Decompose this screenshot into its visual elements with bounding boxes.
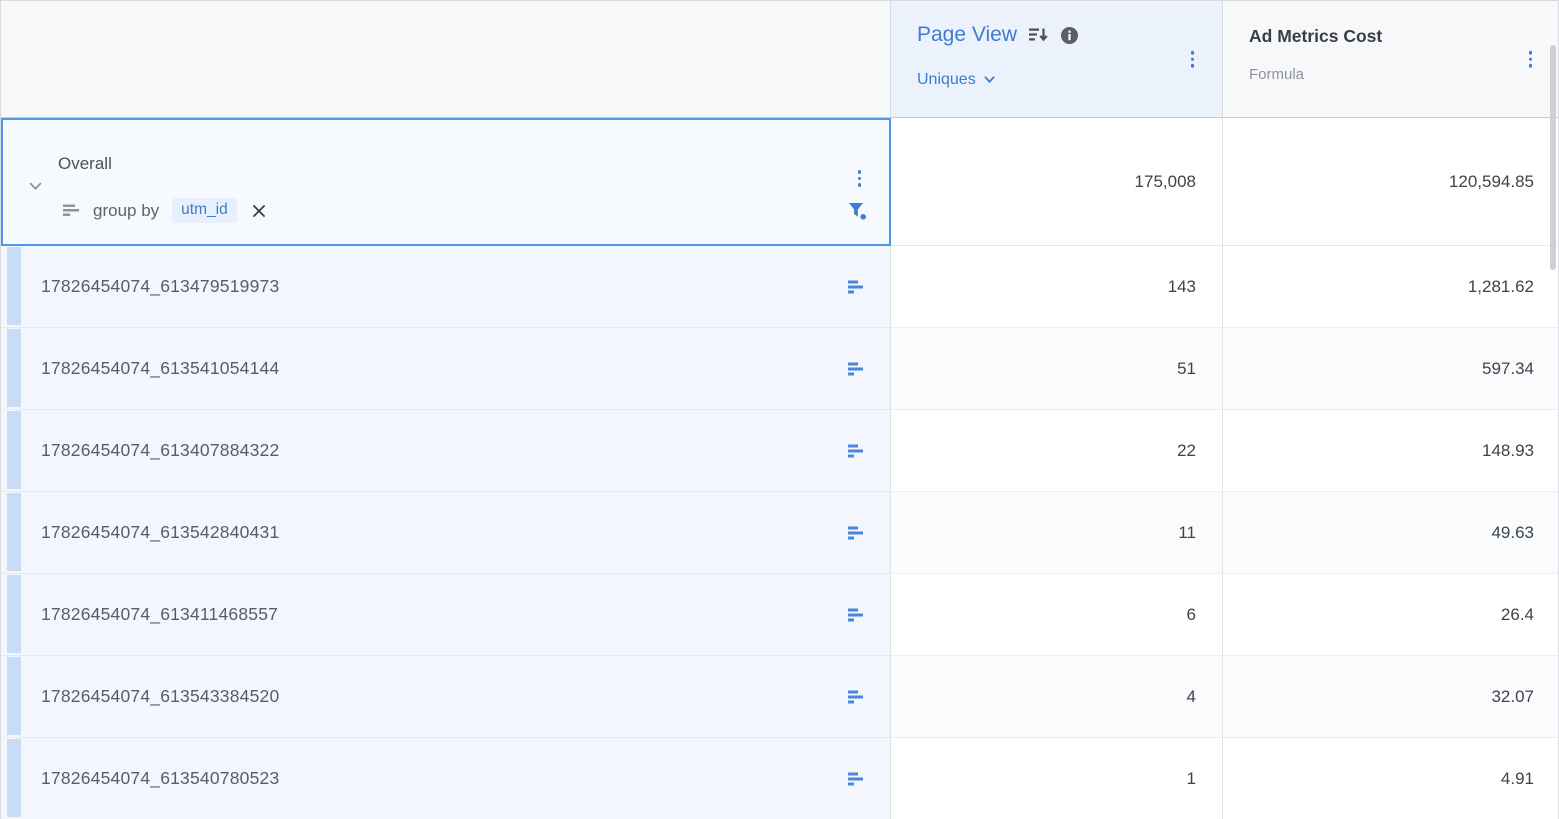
table-row-label[interactable]: 17826454074_613543384520	[1, 656, 891, 738]
segment-indicator-bar	[7, 739, 21, 817]
page-view-value: 51	[891, 328, 1223, 410]
ad-metrics-cost-value: 49.63	[1223, 492, 1559, 574]
overall-page-view-value: 175,008	[891, 118, 1223, 246]
page-view-value: 143	[891, 246, 1223, 328]
segment-bars-icon[interactable]	[848, 444, 864, 458]
ad-metrics-cost-value: 32.07	[1223, 656, 1559, 738]
collapse-chevron-icon[interactable]	[29, 178, 42, 196]
overall-row-menu-icon[interactable]	[854, 166, 866, 191]
segment-id: 17826454074_613479519973	[41, 276, 279, 297]
group-by-property-chip[interactable]: utm_id	[172, 198, 237, 223]
page-view-value: 6	[891, 574, 1223, 656]
segment-indicator-bar	[7, 657, 21, 735]
sort-descending-icon[interactable]	[1029, 27, 1049, 43]
chevron-down-icon	[984, 76, 995, 84]
group-by-clause: group by utm_id	[63, 198, 268, 223]
table-row-label[interactable]: 17826454074_613479519973	[1, 246, 891, 328]
segment-id: 17826454074_613411468557	[41, 604, 278, 625]
segment-bars-icon[interactable]	[848, 526, 864, 540]
group-by-label: group by	[93, 201, 159, 221]
segment-indicator-bar	[7, 329, 21, 407]
segment-id: 17826454074_613540780523	[41, 768, 279, 789]
column-header-page-view[interactable]: Page View Uniques	[891, 1, 1223, 118]
page-view-value: 11	[891, 492, 1223, 574]
vertical-scrollbar[interactable]	[1550, 45, 1556, 270]
ad-metrics-cost-value: 597.34	[1223, 328, 1559, 410]
segment-id: 17826454074_613541054144	[41, 358, 279, 379]
remove-group-by-icon[interactable]	[250, 202, 268, 220]
segment-indicator-bar	[7, 493, 21, 571]
ad-metrics-column-menu-icon[interactable]	[1525, 47, 1537, 72]
segment-indicator-bar	[7, 411, 21, 489]
formula-column-subtitle: Formula	[1249, 66, 1304, 83]
aggregation-label: Uniques	[917, 71, 976, 89]
formula-column-title: Ad Metrics Cost	[1249, 26, 1382, 47]
ad-metrics-cost-value: 1,281.62	[1223, 246, 1559, 328]
page-view-value: 4	[891, 656, 1223, 738]
filter-applied-icon[interactable]	[848, 202, 867, 220]
segment-bars-icon[interactable]	[848, 362, 864, 376]
column-header-ad-metrics-cost[interactable]: Ad Metrics Cost Formula	[1223, 1, 1559, 118]
segment-bars-icon[interactable]	[848, 690, 864, 704]
table-row-label[interactable]: 17826454074_613540780523	[1, 738, 891, 819]
table-row-label[interactable]: 17826454074_613407884322	[1, 410, 891, 492]
table-row-label[interactable]: 17826454074_613542840431	[1, 492, 891, 574]
page-view-value: 1	[891, 738, 1223, 819]
aggregation-dropdown[interactable]: Uniques	[917, 71, 995, 89]
segment-indicator-bar	[7, 575, 21, 653]
ad-metrics-cost-value: 4.91	[1223, 738, 1559, 819]
overall-row-header[interactable]: Overall group by utm_id	[1, 118, 891, 246]
segment-bars-icon[interactable]	[848, 280, 864, 294]
page-view-value: 22	[891, 410, 1223, 492]
ad-metrics-cost-value: 148.93	[1223, 410, 1559, 492]
segment-id: 17826454074_613407884322	[41, 440, 279, 461]
overall-label: Overall	[58, 154, 112, 174]
insights-breakdown-table: Page View Uniques	[0, 0, 1559, 819]
segment-id: 17826454074_613542840431	[41, 522, 279, 543]
table-row-label[interactable]: 17826454074_613411468557	[1, 574, 891, 656]
segment-indicator-bar	[7, 247, 21, 325]
info-icon[interactable]	[1061, 27, 1078, 44]
ad-metrics-cost-value: 26.4	[1223, 574, 1559, 656]
overall-ad-metrics-cost-value: 120,594.85	[1223, 118, 1559, 246]
group-by-bars-icon	[63, 204, 80, 217]
corner-header-cell	[1, 1, 891, 118]
metric-column-title[interactable]: Page View	[917, 23, 1017, 47]
segment-id: 17826454074_613543384520	[41, 686, 279, 707]
table-row-label[interactable]: 17826454074_613541054144	[1, 328, 891, 410]
segment-bars-icon[interactable]	[848, 772, 864, 786]
page-view-column-menu-icon[interactable]	[1187, 47, 1199, 72]
segment-bars-icon[interactable]	[848, 608, 864, 622]
